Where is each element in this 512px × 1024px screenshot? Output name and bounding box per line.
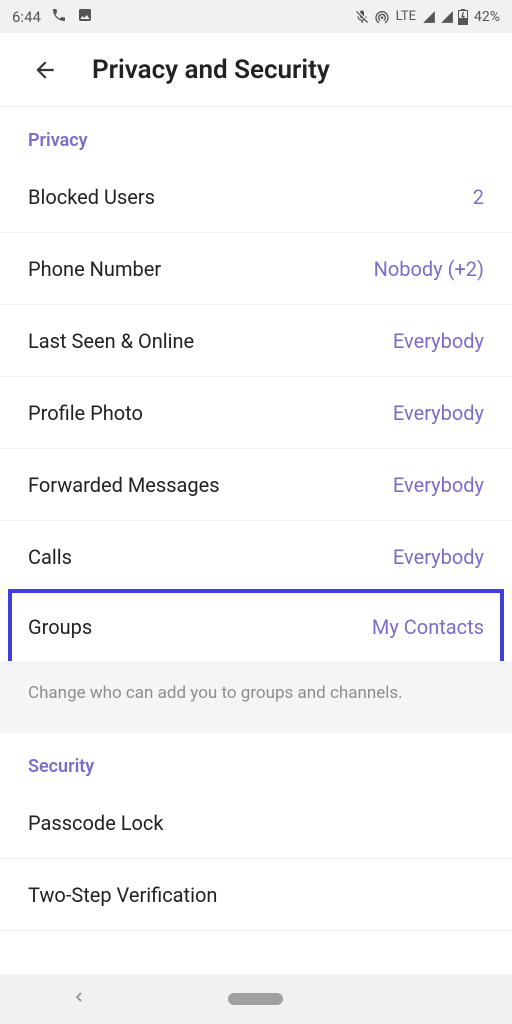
row-phone-number[interactable]: Phone Number Nobody (+2): [0, 233, 512, 305]
value-profile-photo: Everybody: [393, 401, 484, 425]
back-button[interactable]: [26, 51, 64, 89]
signal-icon-1: [422, 10, 436, 24]
nav-back-button[interactable]: [71, 989, 87, 1009]
phone-icon: [51, 7, 67, 27]
row-forwarded-messages[interactable]: Forwarded Messages Everybody: [0, 449, 512, 521]
value-calls: Everybody: [393, 545, 484, 569]
row-groups-highlighted[interactable]: Groups My Contacts: [8, 589, 504, 665]
row-calls[interactable]: Calls Everybody: [0, 521, 512, 593]
label-phone-number: Phone Number: [28, 257, 161, 281]
label-blocked-users: Blocked Users: [28, 185, 155, 209]
section-header-security: Security: [0, 733, 512, 787]
row-blocked-users[interactable]: Blocked Users 2: [0, 161, 512, 233]
system-nav-bar: [0, 974, 512, 1024]
label-two-step: Two-Step Verification: [28, 883, 217, 907]
page-title: Privacy and Security: [92, 55, 330, 85]
label-passcode-lock: Passcode Lock: [28, 811, 164, 835]
value-last-seen: Everybody: [393, 329, 484, 353]
mic-off-icon: [354, 9, 370, 25]
value-forwarded-messages: Everybody: [393, 473, 484, 497]
value-groups: My Contacts: [372, 615, 484, 639]
value-phone-number: Nobody (+2): [374, 257, 484, 281]
value-blocked-users: 2: [473, 185, 484, 209]
label-forwarded-messages: Forwarded Messages: [28, 473, 220, 497]
label-profile-photo: Profile Photo: [28, 401, 143, 425]
label-groups: Groups: [28, 615, 92, 639]
signal-icon-2: [440, 10, 454, 24]
network-type: LTE: [396, 9, 416, 24]
battery-percent: 42%: [474, 9, 500, 25]
image-icon: [77, 7, 93, 27]
hotspot-icon: [374, 9, 390, 25]
privacy-note: Change who can add you to groups and cha…: [0, 661, 512, 733]
label-calls: Calls: [28, 545, 72, 569]
section-header-privacy: Privacy: [0, 107, 512, 161]
row-passcode-lock[interactable]: Passcode Lock: [0, 787, 512, 859]
page-header: Privacy and Security: [0, 33, 512, 107]
status-time: 6:44: [12, 8, 41, 26]
row-profile-photo[interactable]: Profile Photo Everybody: [0, 377, 512, 449]
arrow-left-icon: [32, 57, 58, 83]
content-scroll[interactable]: Privacy Blocked Users 2 Phone Number Nob…: [0, 107, 512, 931]
nav-home-pill[interactable]: [228, 993, 283, 1005]
row-two-step-verification[interactable]: Two-Step Verification: [0, 859, 512, 931]
row-last-seen[interactable]: Last Seen & Online Everybody: [0, 305, 512, 377]
label-last-seen: Last Seen & Online: [28, 329, 194, 353]
battery-icon: [458, 9, 468, 25]
status-bar: 6:44 LTE 42%: [0, 0, 512, 33]
